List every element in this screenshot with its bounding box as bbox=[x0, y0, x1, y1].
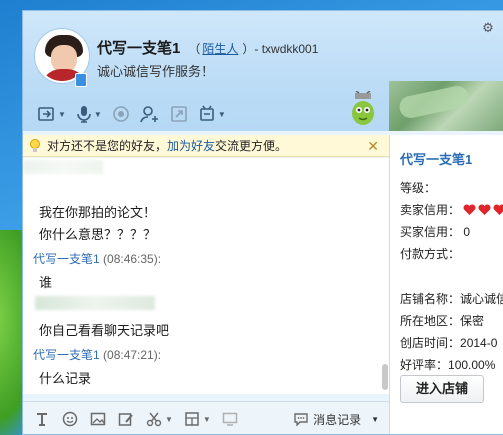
blurred-sender-line bbox=[23, 160, 103, 174]
image-icon[interactable] bbox=[89, 410, 107, 428]
toolbar: ▼ ▼ ▼ bbox=[35, 103, 229, 125]
region-value: 保密 bbox=[460, 314, 485, 328]
stranger-notice-bar: 对方还不是您的好友， 加为好友 交流更方便。 ✕ bbox=[23, 135, 389, 157]
blurred-sender-line bbox=[35, 296, 155, 310]
created-row: 创店时间：2014-0 bbox=[400, 334, 497, 351]
message-time: (08:46:35): bbox=[99, 252, 162, 266]
window-header: 代写一支笔1 （ 陌生人 ）- txwdkk001 诚心诚信写作服务！ ⚙ ▼ … bbox=[23, 11, 503, 131]
emoji-icon[interactable] bbox=[61, 410, 79, 428]
rating-value: 100.00% bbox=[448, 358, 496, 372]
font-icon[interactable] bbox=[33, 410, 51, 428]
enter-shop-button[interactable]: 进入店铺 bbox=[400, 375, 484, 403]
rating-label: 好评率： bbox=[400, 358, 449, 372]
shop-title[interactable]: 代写一支笔1 bbox=[400, 149, 472, 168]
message-time: (08:47:21): bbox=[99, 348, 162, 362]
chevron-down-icon: ▼ bbox=[165, 414, 173, 424]
shop-info-panel: 代写一支笔1 等级： 卖家信用： 买家信用： 0 付款方式： 店铺名称：诚心诚信… bbox=[389, 135, 503, 434]
scrollbar[interactable] bbox=[379, 158, 389, 394]
buyer-credit-value: 0 bbox=[463, 225, 471, 239]
message-sender-line: 代写一支笔1 (08:46:35): bbox=[33, 250, 161, 267]
add-friend-link[interactable]: 加为好友 bbox=[167, 137, 215, 154]
message-history-button[interactable]: 消息记录 ▼ bbox=[293, 411, 379, 428]
calculator-icon bbox=[183, 410, 201, 428]
level-label: 等级： bbox=[400, 181, 437, 195]
chevron-down-icon: ▼ bbox=[58, 109, 66, 119]
chat-message-area[interactable]: 我在你那拍的论文！ 你什么意思？？？？ 代写一支笔1 (08:46:35): 谁… bbox=[23, 158, 389, 394]
voice-call-button[interactable]: ▼ bbox=[73, 103, 105, 125]
message-history-label: 消息记录 bbox=[313, 412, 362, 427]
message-text: 你什么意思？？？？ bbox=[39, 227, 157, 242]
remote-assist-button[interactable]: ▼ bbox=[195, 103, 229, 125]
add-contact-button[interactable] bbox=[137, 103, 163, 125]
buyer-credit-row: 买家信用： 0 bbox=[400, 223, 470, 240]
message-text: 谁 bbox=[39, 275, 53, 290]
seller-credit-row: 卖家信用： bbox=[400, 201, 503, 218]
chevron-down-icon: ▼ bbox=[202, 414, 211, 424]
created-label: 创店时间： bbox=[400, 336, 461, 350]
video-call-button[interactable] bbox=[109, 103, 133, 125]
relation-link[interactable]: 陌生人 bbox=[202, 40, 238, 57]
add-contact-icon bbox=[140, 106, 158, 123]
shop-banner-image[interactable] bbox=[389, 81, 503, 131]
contact-title-line: 代写一支笔1 （ 陌生人 ）- txwdkk001 bbox=[97, 37, 318, 58]
seller-credit-label: 卖家信用： bbox=[400, 203, 461, 217]
shop-name-row: 店铺名称：诚心诚信 bbox=[400, 290, 503, 307]
message-sender-line: 代写一支笔1 (08:47:21): bbox=[33, 346, 161, 363]
close-icon[interactable]: ✕ bbox=[367, 138, 379, 155]
file-transfer-icon bbox=[38, 107, 54, 121]
level-row: 等级： bbox=[400, 179, 436, 196]
input-toolbar: ▼ ▼ 消息记录 ▼ bbox=[23, 401, 389, 434]
chevron-down-icon: ▼ bbox=[371, 414, 379, 424]
region-row: 所在地区：保密 bbox=[400, 312, 484, 329]
payment-row: 付款方式： bbox=[400, 245, 460, 262]
notice-text-before: 对方还不是您的好友， bbox=[47, 139, 168, 153]
shop-name-value: 诚心诚信 bbox=[460, 292, 503, 306]
heart-icon bbox=[478, 204, 491, 215]
mobile-online-icon bbox=[75, 73, 87, 87]
gear-icon[interactable]: ⚙ bbox=[481, 21, 495, 35]
lightbulb-icon bbox=[30, 138, 40, 152]
edit-image-icon[interactable] bbox=[117, 410, 135, 428]
notice-text-after: 交流更方便。 bbox=[215, 139, 288, 153]
message-text: 什么记录 bbox=[39, 371, 92, 386]
message-text: 你自己看看聊天记录吧 bbox=[39, 323, 170, 338]
screen-icon[interactable] bbox=[221, 410, 239, 428]
rating-row: 好评率：100.00% bbox=[400, 356, 495, 373]
video-icon bbox=[113, 106, 129, 122]
scissors-icon bbox=[145, 410, 163, 428]
created-value: 2014-0 bbox=[460, 336, 498, 350]
contact-signature: 诚心诚信写作服务！ bbox=[97, 64, 215, 79]
scrollbar-thumb[interactable] bbox=[382, 364, 388, 390]
contact-name[interactable]: 代写一支笔1 bbox=[97, 37, 180, 58]
chevron-down-icon: ▼ bbox=[217, 109, 226, 119]
heart-icon bbox=[463, 204, 476, 215]
payment-label: 付款方式： bbox=[400, 247, 461, 261]
shop-name-label: 店铺名称： bbox=[400, 292, 461, 306]
contact-id: ）- txwdkk001 bbox=[242, 42, 319, 56]
heart-icon bbox=[493, 204, 503, 215]
robot-mascot-icon[interactable] bbox=[349, 91, 377, 127]
chevron-down-icon: ▼ bbox=[93, 109, 102, 119]
share-screen-button[interactable] bbox=[167, 103, 191, 125]
sender-name: 代写一支笔1 bbox=[33, 252, 100, 266]
chat-bubble-icon bbox=[294, 413, 308, 426]
screenshot-button[interactable]: ▼ bbox=[145, 410, 173, 428]
file-transfer-button[interactable]: ▼ bbox=[35, 103, 69, 125]
chat-window: 代写一支笔1 （ 陌生人 ）- txwdkk001 诚心诚信写作服务！ ⚙ ▼ … bbox=[22, 10, 503, 435]
region-label: 所在地区： bbox=[400, 314, 461, 328]
share-screen-icon bbox=[171, 106, 187, 122]
seller-credit-hearts bbox=[463, 204, 503, 216]
microphone-icon bbox=[77, 106, 91, 123]
relation-open-paren: （ bbox=[188, 42, 201, 56]
sender-name: 代写一支笔1 bbox=[33, 348, 100, 362]
message-text: 我在你那拍的论文！ bbox=[39, 205, 157, 220]
more-tools-button[interactable]: ▼ bbox=[183, 410, 211, 428]
buyer-credit-label: 买家信用： bbox=[400, 225, 461, 239]
remote-assist-icon bbox=[200, 105, 214, 121]
